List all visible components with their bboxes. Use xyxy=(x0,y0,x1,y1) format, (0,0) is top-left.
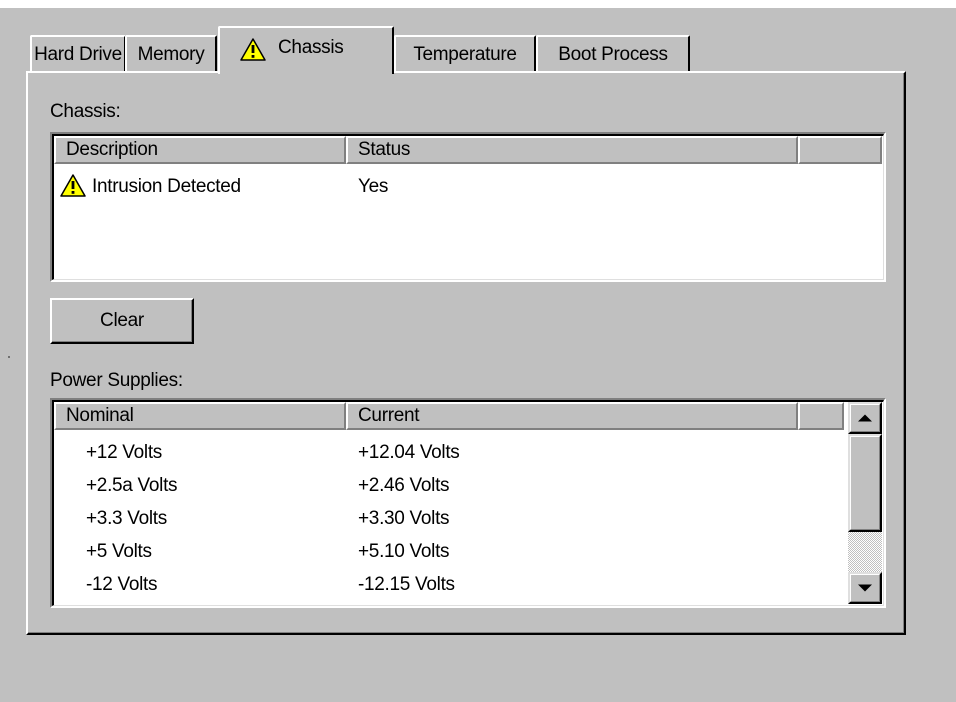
column-header-nominal[interactable]: Nominal xyxy=(54,402,346,430)
tab-label: Chassis xyxy=(278,37,344,58)
column-header-description[interactable]: Description xyxy=(54,136,346,164)
clear-button-label: Clear xyxy=(100,310,144,331)
current-cell: -12.15 Volts xyxy=(358,574,455,595)
scroll-down-button[interactable] xyxy=(848,572,882,604)
clear-button[interactable]: Clear xyxy=(50,298,194,344)
warning-icon xyxy=(60,174,86,197)
chassis-section-label: Chassis: xyxy=(50,101,121,122)
column-header-spacer xyxy=(798,402,844,430)
warning-icon xyxy=(240,37,266,61)
tab-label: Hard Drive xyxy=(34,43,122,65)
tab-label: Boot Process xyxy=(558,43,668,65)
nominal-cell: +5 Volts xyxy=(86,541,152,562)
scroll-up-button[interactable] xyxy=(848,402,882,434)
table-row[interactable]: +12 Volts +12.04 Volts xyxy=(86,436,846,469)
current-cell: +5.10 Volts xyxy=(358,541,450,562)
stray-pixel xyxy=(8,356,10,358)
window-top-edge xyxy=(0,0,956,8)
table-row[interactable]: -12 Volts -12.15 Volts xyxy=(86,568,846,601)
tab-memory[interactable]: Memory xyxy=(125,35,217,72)
tab-chassis[interactable]: Chassis xyxy=(218,26,394,74)
down-arrow-icon xyxy=(858,584,872,592)
status-cell: Yes xyxy=(358,176,389,197)
tab-strip: Hard Drive Memory Chassis Temperature Bo… xyxy=(30,26,730,74)
table-row[interactable]: +5 Volts +5.10 Volts xyxy=(86,535,846,568)
nominal-cell: -12 Volts xyxy=(86,574,158,595)
vertical-scrollbar[interactable] xyxy=(848,402,882,604)
power-supplies-section-label: Power Supplies: xyxy=(50,370,183,391)
chassis-list[interactable]: Description Status Intrusion Detected Ye… xyxy=(50,132,886,282)
column-header-spacer xyxy=(798,136,882,164)
tab-boot-process[interactable]: Boot Process xyxy=(536,35,690,72)
current-cell: +3.30 Volts xyxy=(358,508,450,529)
nominal-cell: +12 Volts xyxy=(86,442,162,463)
up-arrow-icon xyxy=(858,414,872,422)
description-cell: Intrusion Detected xyxy=(92,176,241,197)
tab-label: Memory xyxy=(137,43,205,65)
column-header-current[interactable]: Current xyxy=(346,402,798,430)
table-row[interactable]: +2.5a Volts +2.46 Volts xyxy=(86,469,846,502)
scroll-thumb[interactable] xyxy=(848,434,882,532)
current-cell: +12.04 Volts xyxy=(358,442,460,463)
tab-label: Temperature xyxy=(413,43,517,65)
power-supplies-list[interactable]: Nominal Current +12 Volts +12.04 Volts +… xyxy=(50,398,886,608)
tab-panel-chassis: Chassis: Description Status Intrusion De… xyxy=(26,71,906,635)
tab-temperature[interactable]: Temperature xyxy=(394,35,536,72)
table-row[interactable]: +3.3 Volts +3.30 Volts xyxy=(86,502,846,535)
tab-hard-drive[interactable]: Hard Drive xyxy=(30,35,126,72)
list-item[interactable]: Intrusion Detected Yes xyxy=(58,170,858,203)
nominal-cell: +2.5a Volts xyxy=(86,475,178,496)
column-header-status[interactable]: Status xyxy=(346,136,798,164)
nominal-cell: +3.3 Volts xyxy=(86,508,167,529)
current-cell: +2.46 Volts xyxy=(358,475,450,496)
